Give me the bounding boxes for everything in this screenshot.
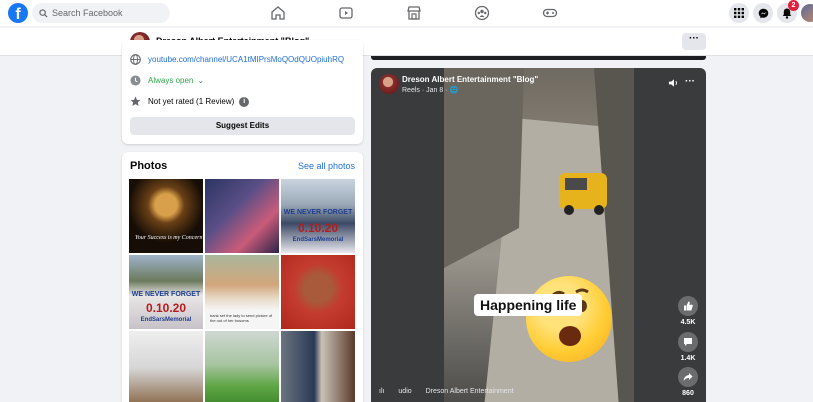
comment-icon	[684, 338, 692, 346]
suggest-edits-button[interactable]: Suggest Edits	[130, 117, 355, 135]
menu-grid-icon	[734, 8, 744, 18]
gaming-icon[interactable]	[542, 5, 558, 21]
search-box[interactable]	[32, 3, 170, 23]
thumbs-up-icon	[684, 301, 693, 311]
volume-icon[interactable]	[668, 78, 679, 88]
youtube-row: youtube.com/channel/UCA1tMIPrsMoQOdQUOpi…	[130, 54, 344, 65]
audio-wave-icon: ılı	[379, 388, 385, 395]
photo-caption: Your Success is my Concern	[135, 235, 203, 241]
photo-tile[interactable]	[281, 331, 355, 402]
marketplace-icon[interactable]	[406, 5, 422, 21]
share-action[interactable]: 860	[676, 367, 700, 397]
post-author-avatar[interactable]	[379, 74, 399, 94]
photos-heading: Photos	[130, 160, 168, 172]
audio-label: udio	[398, 388, 412, 395]
surprised-emoji-icon	[526, 276, 612, 362]
facebook-logo[interactable]: f	[8, 3, 28, 23]
photo-caption: WE NEVER FORGET	[283, 209, 353, 216]
like-action[interactable]: 4.5K	[676, 296, 700, 326]
comment-action[interactable]: 1.4K	[676, 332, 700, 362]
groups-icon[interactable]	[474, 5, 490, 21]
globe-icon	[130, 54, 141, 65]
photo-caption: EndSarsMemorial	[292, 237, 344, 243]
photo-caption: 0.10.20	[297, 221, 339, 235]
like-count: 4.5K	[680, 319, 696, 326]
page-more-button[interactable]: ···	[682, 33, 706, 50]
messenger-button[interactable]	[753, 3, 773, 23]
photo-tile[interactable]: WE NEVER FORGET 0.10.20 EndSarsMemorial	[129, 255, 203, 329]
photo-tile[interactable]	[205, 331, 279, 402]
photo-tile[interactable]: WE NEVER FORGET 0.10.20 EndSarsMemorial	[281, 179, 355, 253]
see-all-photos-link[interactable]: See all photos	[298, 161, 355, 171]
share-icon	[683, 373, 693, 381]
previous-post-edge	[371, 56, 706, 60]
comment-count: 1.4K	[680, 355, 696, 362]
messenger-icon	[758, 8, 768, 18]
photo-caption: 0.10.20	[145, 301, 187, 315]
info-icon[interactable]: i	[239, 96, 250, 107]
photos-card: Photos See all photos Your Success is my…	[122, 152, 363, 402]
reel-audio-info[interactable]: ılı udio Dreson Albert Entertainment	[379, 388, 526, 395]
reel-overlay-text: Happening life	[474, 294, 583, 316]
photos-grid: Your Success is my Concern WE NEVER FORG…	[129, 179, 356, 402]
hours-row: Always open ⌄	[130, 75, 204, 86]
photo-tile[interactable]	[129, 331, 203, 402]
post-author-name[interactable]: Dreson Albert Entertainment "Blog"	[402, 75, 538, 84]
post-meta: Reels · Jan 8 · 🌐	[402, 87, 459, 94]
photo-tile[interactable]	[205, 179, 279, 253]
photo-caption: EndSarsMemorial	[140, 317, 192, 323]
photo-tile[interactable]: bank set the lady to send picture of the…	[205, 255, 279, 329]
watch-icon[interactable]	[338, 5, 354, 21]
photo-tile[interactable]	[281, 255, 355, 329]
search-icon	[39, 8, 48, 18]
menu-button[interactable]	[729, 3, 749, 23]
reel-video[interactable]	[444, 68, 634, 402]
post-more-button[interactable]: ···	[685, 76, 695, 87]
top-navigation: f 2	[0, 0, 813, 26]
reel-post[interactable]: Dreson Albert Entertainment "Blog" Reels…	[371, 68, 706, 402]
rating-text: Not yet rated (1 Review)	[148, 97, 235, 106]
notification-count-badge: 2	[788, 0, 799, 11]
chevron-down-icon[interactable]: ⌄	[197, 76, 204, 85]
profile-avatar[interactable]	[800, 3, 813, 23]
audio-author: Dreson Albert Entertainment	[425, 388, 514, 395]
share-count: 860	[682, 390, 694, 397]
photo-tile[interactable]: Your Success is my Concern	[129, 179, 203, 253]
search-input[interactable]	[52, 8, 162, 18]
intro-card: youtube.com/channel/UCA1tMIPrsMoQOdQUOpi…	[122, 40, 363, 144]
home-icon[interactable]	[270, 5, 286, 21]
photo-caption: bank set the lady to send picture of the…	[210, 313, 273, 323]
youtube-link[interactable]: youtube.com/channel/UCA1tMIPrsMoQOdQUOpi…	[148, 55, 344, 64]
rating-row: Not yet rated (1 Review) i	[130, 96, 250, 107]
photo-caption: WE NEVER FORGET	[131, 291, 201, 298]
clock-icon	[130, 75, 141, 86]
hours-status[interactable]: Always open	[148, 76, 193, 85]
star-icon	[130, 96, 141, 106]
